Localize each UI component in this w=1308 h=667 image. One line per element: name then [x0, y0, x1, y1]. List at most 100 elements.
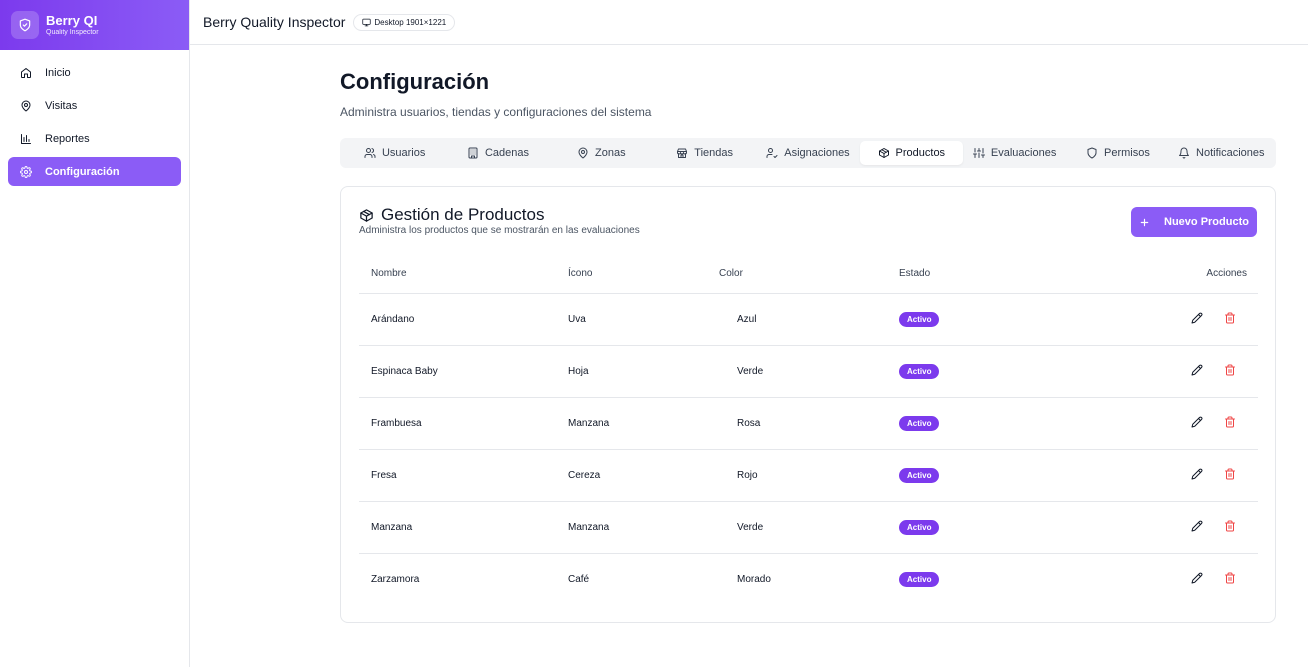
brand-header: Berry QI Quality Inspector: [0, 0, 189, 50]
product-color: Azul: [719, 293, 899, 346]
new-product-button[interactable]: Nuevo Producto: [1131, 207, 1257, 237]
product-name: Manzana: [359, 501, 568, 554]
gear-icon: [20, 165, 32, 178]
page-title: Configuración: [340, 69, 490, 94]
sidebar-item-inicio[interactable]: Inicio: [8, 58, 181, 87]
product-state-cell: Activo: [899, 553, 1099, 605]
products-table: Nombre Ícono Color Estado Acciones Aránd…: [359, 255, 1258, 605]
tab-cadenas[interactable]: Cadenas: [446, 141, 549, 165]
card-title-text: Gestión de Productos: [381, 205, 545, 224]
tab-label: Productos: [895, 147, 946, 159]
tab-label: Tiendas: [694, 147, 734, 159]
tab-notificaciones[interactable]: Notificaciones: [1170, 141, 1273, 165]
header-state: Estado: [899, 255, 1099, 294]
tab-evaluaciones[interactable]: Evaluaciones: [963, 141, 1066, 165]
delete-trash-icon[interactable]: [1224, 364, 1236, 376]
product-color: Morado: [737, 573, 771, 585]
status-badge: Activo: [899, 519, 940, 535]
delete-trash-icon[interactable]: [1224, 520, 1236, 532]
product-color: Verde: [719, 501, 899, 554]
brand-subtitle: Quality Inspector: [46, 28, 99, 36]
product-name: Fresa: [359, 449, 568, 502]
header-color: Color: [719, 255, 899, 294]
product-color: Verde: [719, 345, 899, 398]
status-badge: Activo: [899, 415, 940, 431]
sidebar-nav: Inicio Visitas Reportes Configuración: [0, 50, 189, 198]
tab-label: Asignaciones: [784, 147, 850, 159]
product-icon-name: Cereza: [568, 449, 719, 502]
brand-title: Berry QI: [46, 12, 98, 28]
sidebar-item-configuracion[interactable]: Configuración: [8, 157, 181, 186]
sidebar-item-label: Configuración: [45, 165, 120, 178]
bar-chart-icon: [20, 133, 32, 145]
page-subtitle: Administra usuarios, tiendas y configura…: [340, 105, 652, 119]
edit-pencil-icon[interactable]: [1191, 468, 1203, 480]
table-row: Arándano Uva Azul Activo: [359, 293, 1258, 346]
building-icon: [468, 147, 478, 159]
row-actions: [1099, 345, 1258, 398]
product-color: Rojo: [719, 449, 899, 502]
new-product-label: Nuevo Producto: [1164, 216, 1249, 228]
store-icon: [677, 148, 688, 158]
shield-logo-icon: [11, 11, 39, 39]
product-icon-name: Uva: [568, 293, 719, 346]
product-state-cell: Activo: [899, 293, 1099, 346]
tab-label: Permisos: [1104, 147, 1150, 159]
delete-trash-icon[interactable]: [1224, 572, 1236, 584]
product-icon-name: Café: [568, 573, 590, 585]
tab-label: Notificaciones: [1196, 147, 1265, 159]
settings-tabs: Usuarios Cadenas Zonas Tiendas Asignacio…: [340, 138, 1276, 168]
tab-zonas[interactable]: Zonas: [550, 141, 653, 165]
table-header-row: Nombre Ícono Color Estado Acciones: [359, 255, 1258, 294]
map-pin-icon: [20, 100, 32, 112]
product-name: Zarzamora: [371, 573, 420, 585]
user-check-icon: [766, 148, 778, 158]
tab-usuarios[interactable]: Usuarios: [343, 141, 446, 165]
product-state-cell: Activo: [899, 501, 1099, 554]
edit-pencil-icon[interactable]: [1191, 364, 1203, 376]
card-title: Gestión de Productos: [359, 205, 544, 225]
bell-icon: [1179, 147, 1190, 159]
edit-pencil-icon[interactable]: [1191, 520, 1203, 532]
products-card: Gestión de Productos Administra los prod…: [340, 186, 1276, 623]
status-badge: Activo: [899, 571, 940, 587]
tab-tiendas[interactable]: Tiendas: [653, 141, 756, 165]
edit-pencil-icon[interactable]: [1191, 416, 1203, 428]
status-badge: Activo: [899, 311, 940, 327]
table-row: Manzana Manzana Verde Activo: [359, 501, 1258, 554]
status-badge: Activo: [899, 467, 940, 483]
edit-pencil-icon[interactable]: [1191, 572, 1203, 584]
package-icon: [360, 208, 373, 222]
top-bar: Berry Quality Inspector Desktop 1901×122…: [190, 0, 1308, 45]
viewport-label: Desktop 1901×1221: [374, 17, 447, 27]
sidebar-item-reportes[interactable]: Reportes: [8, 124, 181, 153]
table-row: Espinaca Baby Hoja Verde Activo: [359, 345, 1258, 398]
tab-label: Evaluaciones: [990, 147, 1057, 159]
monitor-icon: [362, 18, 372, 26]
delete-trash-icon[interactable]: [1224, 416, 1236, 428]
home-icon: [20, 67, 32, 79]
package-icon: [878, 148, 889, 158]
header-name: Nombre: [359, 255, 568, 294]
product-icon-name: Manzana: [568, 397, 719, 450]
tab-productos[interactable]: Productos: [859, 141, 963, 165]
product-state-cell: Activo: [899, 345, 1099, 398]
product-state-cell: Activo: [899, 397, 1099, 450]
tab-asignaciones[interactable]: Asignaciones: [756, 141, 859, 165]
sliders-icon: [972, 148, 985, 158]
app-name: Berry Quality Inspector: [203, 14, 346, 30]
tab-label: Usuarios: [381, 147, 426, 159]
sidebar-item-label: Visitas: [45, 99, 78, 112]
card-subtitle: Administra los productos que se mostrará…: [359, 225, 640, 236]
tab-permisos[interactable]: Permisos: [1066, 141, 1169, 165]
sidebar-item-visitas[interactable]: Visitas: [8, 91, 181, 120]
table-row: Fresa Cereza Rojo Activo: [359, 449, 1258, 502]
delete-trash-icon[interactable]: [1224, 312, 1236, 324]
header-icon: Ícono: [568, 255, 719, 294]
product-name: Arándano: [359, 293, 568, 346]
delete-trash-icon[interactable]: [1224, 468, 1236, 480]
product-icon-name: Hoja: [568, 345, 719, 398]
row-actions: [1099, 449, 1258, 502]
edit-pencil-icon[interactable]: [1191, 312, 1203, 324]
status-badge: Activo: [899, 363, 940, 379]
